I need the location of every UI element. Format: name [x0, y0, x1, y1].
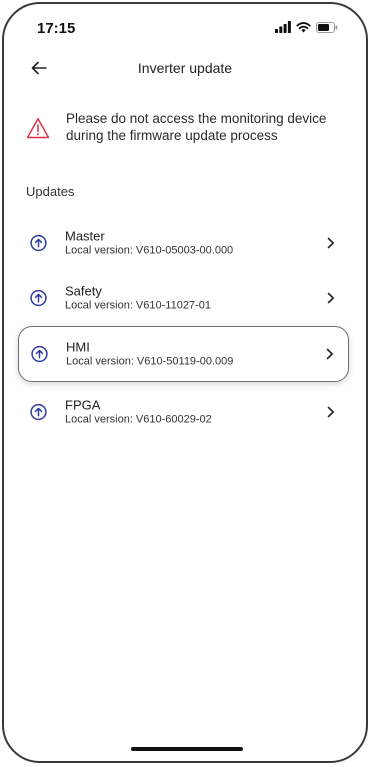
update-item-text: Master Local version: V610-05003-00.000: [65, 229, 233, 258]
update-item-text: FPGA Local version: V610-60029-02: [65, 398, 212, 427]
arrow-up-circle-icon: [30, 289, 47, 307]
arrow-up-circle-icon: [30, 403, 47, 421]
wifi-icon: [296, 22, 311, 33]
status-time: 17:15: [37, 20, 76, 37]
battery-icon: [316, 21, 338, 33]
chevron-right-icon: [327, 292, 334, 304]
update-item-version: Local version: V610-60029-02: [65, 413, 212, 426]
warning-message: Please do not access the monitoring devi…: [66, 110, 326, 144]
warning-triangle-icon: [26, 118, 50, 139]
updates-section-title: Updates: [26, 184, 75, 199]
update-item-version: Local version: V610-05003-00.000: [65, 244, 234, 257]
status-bar: 17:15: [4, 4, 366, 44]
warning-line-2: during the firmware update process: [66, 128, 278, 143]
signal-icon: [275, 21, 291, 33]
update-item-name: Safety: [65, 283, 102, 299]
warning-banner: Please do not access the monitoring devi…: [26, 110, 346, 144]
arrow-up-circle-icon: [30, 234, 47, 252]
page-title: Inverter update: [137, 60, 233, 76]
update-item-safety[interactable]: Safety Local version: V610-11027-01: [18, 270, 349, 326]
chevron-right-icon: [327, 237, 334, 249]
update-item-name: HMI: [66, 339, 90, 355]
status-icons: [275, 21, 338, 33]
update-item-text: HMI Local version: V610-50119-00.009: [66, 340, 233, 369]
update-item-fpga[interactable]: FPGA Local version: V610-60029-02: [18, 384, 349, 440]
update-item-text: Safety Local version: V610-11027-01: [65, 284, 211, 313]
phone-frame: 17:15 Inverter update Please do not acce…: [2, 2, 368, 763]
chevron-right-icon: [327, 406, 334, 418]
update-item-master[interactable]: Master Local version: V610-05003-00.000: [18, 215, 349, 271]
update-item-hmi[interactable]: HMI Local version: V610-50119-00.009: [18, 326, 349, 382]
chevron-right-icon: [326, 348, 333, 360]
update-item-name: FPGA: [65, 397, 101, 413]
update-item-version: Local version: V610-11027-01: [65, 299, 211, 312]
warning-line-1: Please do not access the monitoring devi…: [66, 111, 327, 126]
update-item-name: Master: [65, 228, 105, 244]
nav-bar: Inverter update: [4, 50, 366, 86]
home-indicator[interactable]: [131, 747, 243, 751]
arrow-up-circle-icon: [31, 345, 48, 363]
update-item-version: Local version: V610-50119-00.009: [66, 355, 234, 368]
